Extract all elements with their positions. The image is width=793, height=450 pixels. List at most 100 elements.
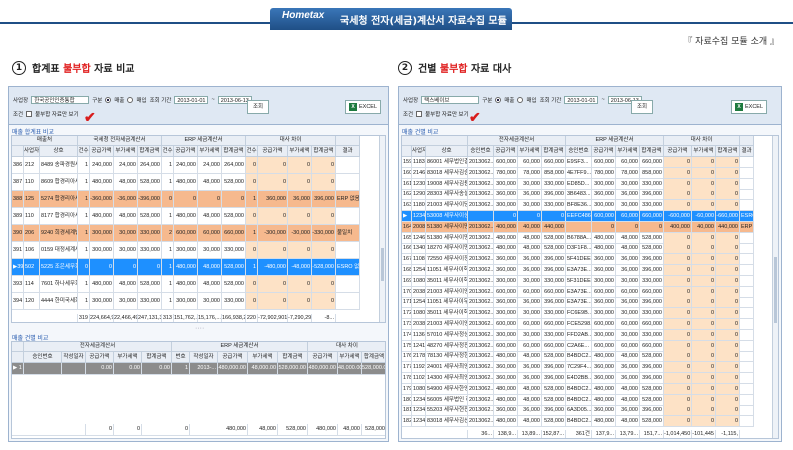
footer-total: 0 (86, 424, 114, 436)
table-row[interactable]: 168125411051 세무사이학만사무소2013062...360,0003… (402, 265, 778, 276)
table-row[interactable]: 164200851380 세무사이명진사무소2013062...400,0004… (402, 221, 778, 233)
table-row[interactable]: ▶123453008 세무사이상민사무소000EEFC486...600,000… (402, 211, 778, 222)
column-header: 합계금액 (362, 352, 385, 363)
cell-s1: 360,000 (494, 297, 518, 309)
cell-t2: 60,000 (616, 319, 640, 330)
table-row[interactable]: 161123019008 세무사김용상사무소2013062...300,0003… (402, 178, 778, 190)
scrollbar-thumb[interactable] (381, 247, 384, 282)
table-row[interactable]: ▶3925025225 조은세무회계사...00001480,00048,000… (12, 259, 385, 276)
cell-res (740, 383, 754, 395)
cell-no: 387 (12, 174, 24, 191)
table-row[interactable]: 162129028303 세무사송설교사무소2013062...360,0003… (402, 189, 778, 201)
table-row[interactable]: 174113657010 세무사정상현사무소2013062...300,0003… (402, 329, 778, 341)
cell-res (740, 189, 754, 201)
date-from-field[interactable]: 2013-01-01 (174, 96, 209, 104)
table-row[interactable]: 178110214300 세무사최영근사무소2013062...360,0003… (402, 373, 778, 384)
mismatch-checkbox[interactable] (416, 111, 423, 117)
table-row[interactable]: 3931147601 하나세무회계사무소1480,00048,000528,00… (12, 276, 385, 293)
date-from-field[interactable]: 2013-01-01 (564, 96, 599, 104)
cell-a1: 2013062... (468, 340, 494, 352)
cell-c2: 2 (162, 225, 174, 242)
cell-biz: 1241 (412, 340, 426, 352)
table-row[interactable]: 3871108609 합경리아세계법인1480,00048,000528,000… (12, 174, 385, 191)
cell-s2: 480,000 (592, 351, 616, 363)
cell-no: 171 (402, 297, 412, 309)
excel-button[interactable]: X EXCEL (731, 100, 768, 114)
cell-t1: 0.00 (114, 363, 142, 375)
company-select[interactable]: 택스베이브 (421, 96, 480, 104)
scrollbar-thumb[interactable] (774, 256, 777, 324)
purchase-radio[interactable] (517, 97, 524, 103)
table-row[interactable]: 3941204444 한미국세회계사무소1300,00030,000330,00… (12, 293, 385, 310)
cell-s3: 0 (664, 200, 692, 212)
table-row[interactable]: 165124651380 세무사이명진사무소2013062...480,0004… (402, 232, 778, 244)
table-row[interactable]: 3881255274 합경리아세계법인1-360,000-36,000-396,… (12, 191, 385, 208)
table-row[interactable]: 160214683018 세무사김승수사무소2013062...780,0007… (402, 167, 778, 179)
search-button[interactable]: 조회 (247, 100, 269, 114)
table-row[interactable]: 170203821003 세무사이영훈사무소2013062...600,0006… (402, 286, 778, 298)
vertical-scrollbar[interactable] (379, 136, 385, 322)
cell-s3: 0 (664, 254, 692, 266)
excel-button[interactable]: X EXCEL (345, 100, 382, 114)
table-row[interactable]: 3902069240 희경세계법인1300,00030,000330,00026… (12, 225, 385, 242)
cell-biz: 1290 (412, 189, 426, 201)
table-row[interactable]: 179108054900 세무사한영원사무소2013062...480,0004… (402, 383, 778, 395)
cell-a2: 3B6483... (566, 189, 592, 201)
table-row[interactable]: 175124148270 세무사정진우사무소2013062...600,0006… (402, 340, 778, 352)
cell-s1: 300,000 (90, 242, 114, 259)
cell-a1: 2013062... (468, 383, 494, 395)
table-row[interactable]: 176217878130 세무사정현근사무소2013062...480,0004… (402, 351, 778, 363)
cell-a1 (468, 211, 494, 222)
cell-t3: 0 (692, 394, 716, 406)
cell-s3: 0 (258, 157, 288, 174)
table-row[interactable]: 3891108177 합경리아세계법인1480,00048,000528,000… (12, 208, 385, 225)
table-row[interactable]: 163118021003 세무사이당선사무소2013062...300,0003… (402, 200, 778, 212)
cell-t1: 60,000 (518, 340, 542, 352)
sales-radio[interactable] (495, 97, 502, 103)
cell-t3: 0 (692, 265, 716, 276)
table-row[interactable]: 171125411051 세무사이우진사무소2013062...360,0003… (402, 297, 778, 309)
vertical-scrollbar[interactable] (772, 136, 778, 438)
table-row[interactable]: 167110872550 세무사이정태사무소2013062...360,0003… (402, 254, 778, 266)
cell-g2: 396,000 (640, 373, 664, 384)
column-header: 합계금액 (312, 146, 336, 157)
cell-a1: 2013062... (468, 157, 494, 168)
cell-biz: 120 (24, 293, 40, 310)
cell-t2: 48,000 (198, 174, 222, 191)
table-row[interactable]: 180123456005 세무법인 하사무소2013062...480,0004… (402, 394, 778, 406)
cell-name: 35011 세무사이학만사무소 (426, 308, 468, 320)
sales-radio[interactable] (105, 97, 112, 103)
table-row[interactable]: 173203821003 세무사이영훈사무소2013062...600,0006… (402, 319, 778, 330)
cell-g2: 396,000 (640, 265, 664, 276)
cell-s2: 480,000 (592, 232, 616, 244)
header-group-row: 매출처 국세청 전자세금계산서 ERP 세금계산서 대사 차이 (12, 136, 385, 146)
cell-s2: 360,000 (592, 297, 616, 309)
cell-a2: EEFC486... (566, 211, 592, 222)
cell-t3: 0 (692, 351, 716, 363)
table-row[interactable]: 159118386001 세무법인결호2013062...600,00060,0… (402, 157, 778, 168)
table-row[interactable]: 182123483018 세무사김선민사무소2013062...480,0004… (402, 416, 778, 428)
table-row[interactable]: 181123455203 세무사현진사무소2013062...360,00036… (402, 405, 778, 417)
company-select[interactable]: 한국공인인증통합 (31, 96, 90, 104)
cell-t1: 78,000 (518, 167, 542, 179)
excel-icon: X (735, 103, 743, 111)
search-button[interactable]: 조회 (631, 100, 653, 114)
purchase-radio[interactable] (127, 97, 134, 103)
cell-res (336, 157, 360, 174)
cell-t1: 48,000 (518, 394, 542, 406)
cell-date2: 2013-... (190, 363, 218, 375)
splitter-handle[interactable]: ···· (195, 325, 204, 332)
mismatch-checkbox[interactable] (26, 111, 33, 117)
cell-biz: 1234 (412, 394, 426, 406)
table-row[interactable]: 177119224001 세무사최영춘사무소2013062...360,0003… (402, 362, 778, 374)
cell-t3: 0 (692, 189, 716, 201)
table-row[interactable]: 3911060159 대정세계사무소1300,00030,000330,0001… (12, 242, 385, 259)
table-row[interactable]: 166134018270 세무사이명진사무소2013062...480,0004… (402, 243, 778, 255)
table-row[interactable]: ▶ 1 0.00 0.00 0.00 1 2013-... 480,000.00 48,000… (12, 363, 385, 375)
table-row[interactable]: 169108035011 세무사이학만사무소2013062...300,0003… (402, 275, 778, 287)
table-row[interactable]: 3862128489 송파경원세계사무소1240,00024,000264,00… (12, 157, 385, 174)
footer-spacer (402, 430, 468, 438)
footer-spacer (12, 314, 78, 322)
table-row[interactable]: 172108035011 세무사이학만사무소2013062...300,0003… (402, 308, 778, 320)
cell-t3: -30,000 (288, 225, 312, 242)
